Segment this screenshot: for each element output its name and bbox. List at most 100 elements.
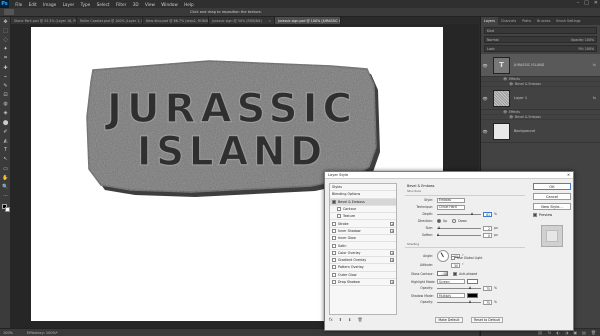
tool-icon[interactable]: 🔍 (0, 182, 11, 191)
menu-window[interactable]: Window (158, 2, 181, 7)
style-checkbox[interactable] (332, 265, 336, 270)
menu-filter[interactable]: Filter (113, 2, 130, 7)
add-style-icon[interactable]: + (390, 250, 394, 255)
size-input[interactable]: 2 (483, 226, 492, 231)
menu-select[interactable]: Select (93, 2, 112, 7)
maximize-icon[interactable]: □ (584, 0, 589, 6)
style-checkbox[interactable] (332, 221, 336, 226)
tool-icon[interactable]: T (0, 146, 11, 155)
gloss-contour-picker[interactable] (437, 271, 448, 276)
tool-icon[interactable]: ↖ (0, 155, 11, 164)
menu-layer[interactable]: Layer (59, 2, 77, 7)
panel-action-icon[interactable]: 🗑 (591, 330, 596, 335)
shadow-mode-select[interactable]: Multiply (437, 293, 465, 298)
dialog-close-icon[interactable]: ✕ (567, 173, 570, 177)
layer-row[interactable]: 👁 Background (481, 120, 600, 143)
document-tab[interactable]: Roller Coaster.psd @ 100% (Layer 1, RGB/… (77, 17, 143, 24)
style-item-pattern-overlay[interactable]: Pattern Overlay (330, 264, 396, 272)
make-default-button[interactable]: Make Default (435, 317, 463, 323)
tool-icon[interactable]: ⌗ (0, 54, 11, 63)
shadow-opacity-input[interactable]: 75 (483, 300, 492, 305)
shadow-opacity-knob[interactable] (469, 300, 471, 304)
style-item-styles[interactable]: Styles (330, 184, 396, 192)
style-checkbox[interactable] (332, 250, 336, 255)
shadow-opacity-slider[interactable] (437, 300, 481, 304)
effect-eye-icon[interactable]: 👁 (509, 115, 513, 119)
document-tab[interactable]: New dino.psd @ 66.7% (step2, RGB/8#)× (143, 17, 209, 24)
add-style-icon[interactable]: + (390, 228, 394, 233)
preview-checkbox[interactable] (533, 213, 537, 217)
soften-input[interactable]: 0 (483, 233, 492, 238)
antialiased-checkbox[interactable] (453, 271, 457, 276)
document-tab[interactable]: Jurassic sign.psd @ 100% (JURASSIC ISLAN… (275, 17, 341, 24)
tool-icon[interactable]: ◈ (0, 109, 11, 118)
panel-tab-layers[interactable]: Layers (481, 17, 498, 25)
menu-3d[interactable]: 3D (129, 2, 141, 7)
style-item-blending-options[interactable]: Blending Options (330, 191, 396, 199)
highlight-opacity-input[interactable]: 75 (483, 286, 492, 291)
style-checkbox[interactable] (332, 280, 336, 284)
style-select[interactable]: Emboss (437, 198, 465, 203)
style-item-texture[interactable]: Texture (330, 213, 396, 221)
tool-icon[interactable]: ⬚ (0, 26, 11, 35)
global-light-checkbox[interactable] (451, 256, 455, 260)
size-slider[interactable] (437, 226, 481, 230)
reset-default-button[interactable]: Reset to Default (471, 317, 503, 323)
effects-eye-icon[interactable]: 👁 (503, 77, 507, 81)
blend-mode-select[interactable]: Normal (487, 38, 499, 42)
tool-icon[interactable]: ··· (0, 192, 11, 201)
layer-row[interactable]: 👁 T JURASSIC ISLAND fx (481, 54, 600, 77)
highlight-opacity-knob[interactable] (469, 286, 471, 290)
tool-icon[interactable]: ◭ (0, 136, 11, 145)
layer-row[interactable]: 👁 Layer 1 fx (481, 87, 600, 110)
depth-slider[interactable] (437, 212, 481, 216)
technique-select[interactable]: Chisel Hard (437, 205, 465, 210)
depth-knob[interactable] (471, 212, 474, 216)
tool-icon[interactable]: ✦ (0, 45, 11, 54)
document-tab[interactable]: Stone Park.psd @ 33.3% (Layer 16, RGB/8#… (11, 17, 77, 24)
close-icon[interactable]: ✕ (594, 0, 598, 6)
panel-action-icon[interactable]: ▤ (582, 330, 586, 335)
shadow-color-swatch[interactable] (467, 293, 478, 298)
new-style-button[interactable]: New Style... (533, 203, 571, 210)
soften-knob[interactable] (437, 233, 439, 237)
styles-footer-icon[interactable]: ⬆ (339, 317, 342, 322)
highlight-opacity-slider[interactable] (437, 286, 481, 290)
style-checkbox[interactable] (332, 272, 336, 277)
visibility-eye-icon[interactable]: 👁 (481, 63, 489, 68)
cancel-button[interactable]: Cancel (533, 193, 571, 200)
styles-footer-icon[interactable]: ⬇ (348, 317, 351, 322)
style-item-color-overlay[interactable]: Color Overlay + (330, 250, 396, 257)
style-item-inner-shadow[interactable]: Inner Shadow + (330, 228, 396, 236)
color-swatches[interactable] (0, 203, 11, 215)
close-tab-icon[interactable]: × (266, 19, 271, 23)
style-checkbox[interactable] (332, 243, 336, 248)
visibility-eye-icon[interactable]: 👁 (481, 129, 489, 134)
visibility-eye-icon[interactable]: 👁 (481, 96, 489, 101)
style-checkbox[interactable] (337, 207, 341, 212)
direction-up-radio[interactable] (437, 219, 441, 223)
style-checkbox[interactable] (332, 228, 336, 233)
tool-icon[interactable]: ✋ (0, 173, 11, 182)
style-checkbox[interactable] (332, 199, 336, 204)
menu-help[interactable]: Help (181, 2, 197, 7)
panel-tab-channels[interactable]: Channels (498, 17, 519, 25)
style-item-drop-shadow[interactable]: Drop Shadow + (330, 279, 396, 287)
styles-footer-icon[interactable]: 🗑 (358, 317, 363, 322)
style-item-inner-glow[interactable]: Inner Glow (330, 235, 396, 243)
style-item-contour[interactable]: Contour (330, 206, 396, 214)
layer-fill[interactable]: Fill: 100% (579, 47, 594, 51)
menu-image[interactable]: Image (40, 2, 60, 7)
tool-icon[interactable]: ✚ (0, 63, 11, 72)
style-item-stroke[interactable]: Stroke + (330, 220, 396, 228)
size-knob[interactable] (437, 226, 440, 230)
soften-slider[interactable] (437, 233, 481, 237)
tool-icon[interactable]: ⊡ (0, 91, 11, 100)
style-item-gradient-overlay[interactable]: Gradient Overlay + (330, 257, 396, 265)
style-checkbox[interactable] (337, 214, 341, 219)
menu-edit[interactable]: Edit (25, 2, 39, 7)
highlight-mode-select[interactable]: Screen (437, 279, 465, 284)
menu-view[interactable]: View (142, 2, 158, 7)
style-checkbox[interactable] (332, 236, 336, 241)
layer-opacity[interactable]: Opacity: 100% (571, 38, 594, 42)
